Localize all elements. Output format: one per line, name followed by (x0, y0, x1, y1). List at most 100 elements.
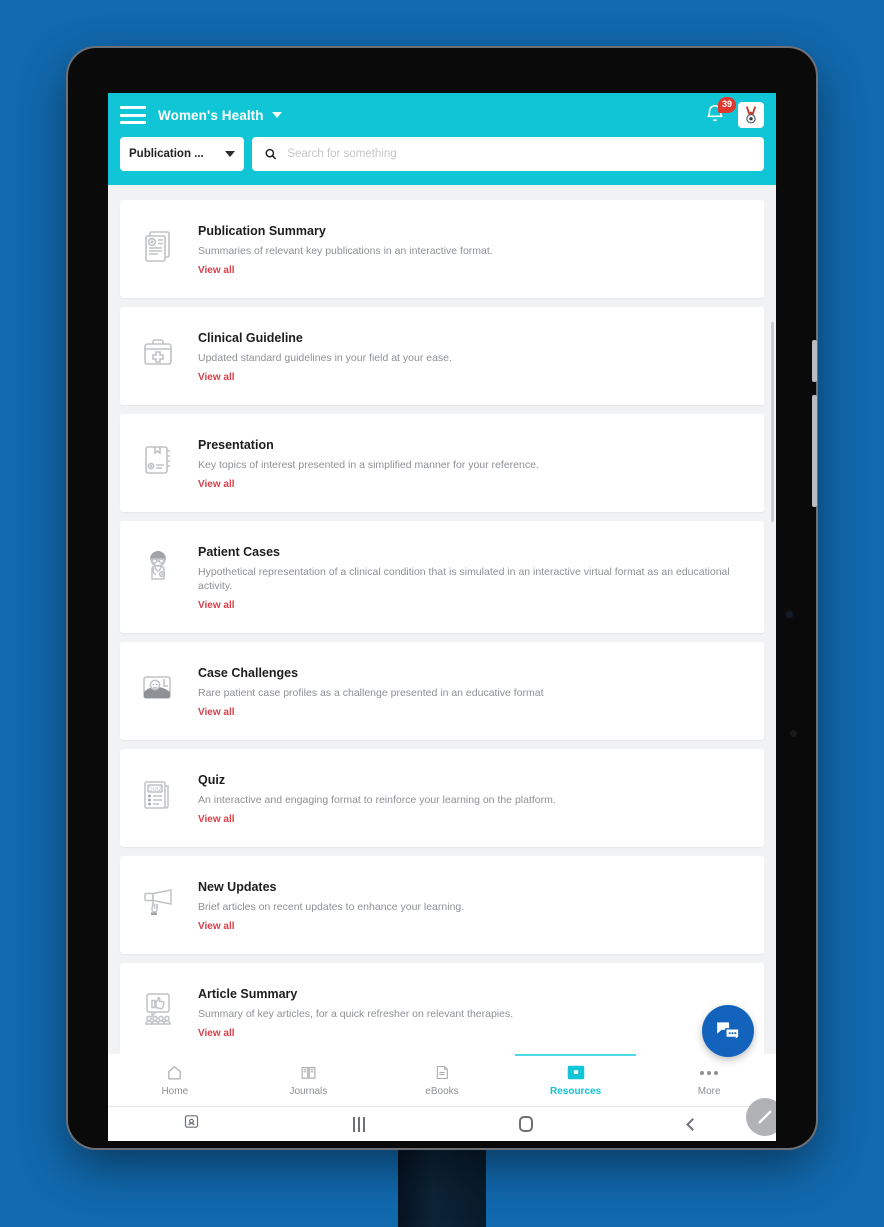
edit-fab-button[interactable] (746, 1098, 776, 1136)
tab-more[interactable]: More (642, 1054, 776, 1106)
pencil-edit-icon (758, 1110, 772, 1124)
hamburger-menu-icon[interactable] (120, 106, 146, 124)
list-item[interactable]: Presentation Key topics of interest pres… (120, 414, 764, 513)
power-button[interactable] (812, 340, 817, 382)
home-square-icon (518, 1116, 533, 1132)
tab-ebooks[interactable]: eBooks (375, 1054, 509, 1106)
view-all-link[interactable]: View all (198, 921, 748, 932)
medical-bag-icon (134, 329, 182, 377)
notification-badge: 39 (717, 97, 736, 113)
list-item-body: Case Challenges Rare patient case profil… (198, 664, 748, 718)
view-all-link[interactable]: View all (198, 600, 748, 611)
megaphone-icon (134, 878, 182, 926)
list-item[interactable]: New Updates Brief articles on recent upd… (120, 855, 764, 954)
tab-resources[interactable]: Resources (509, 1054, 643, 1106)
side-mic-dot (790, 730, 797, 737)
publication-category-select[interactable]: Publication ... (120, 137, 244, 171)
list-item[interactable]: Article Summary Summary of key articles,… (120, 963, 764, 1062)
list-item-body: Clinical Guideline Updated standard guid… (198, 329, 748, 383)
list-item-description: Rare patient case profiles as a challeng… (198, 686, 544, 699)
list-item-body: New Updates Brief articles on recent upd… (198, 878, 748, 932)
list-item[interactable]: Publication Summary Summaries of relevan… (120, 200, 764, 299)
view-all-link[interactable]: View all (198, 707, 748, 718)
presentation-board-icon (134, 436, 182, 484)
list-item-body: Publication Summary Summaries of relevan… (198, 222, 748, 276)
list-item-body: Patient Cases Hypothetical representatio… (198, 543, 748, 610)
list-item[interactable]: Patient Cases Hypothetical representatio… (120, 521, 764, 633)
patient-bed-photo-icon (134, 664, 182, 712)
medal-award-icon (745, 106, 757, 124)
list-item-title: Presentation (198, 438, 274, 453)
bottom-tab-bar: Home Journals eBooks Resources More (108, 1054, 776, 1106)
list-item-title: Publication Summary (198, 224, 326, 238)
menu-button[interactable] (275, 1116, 442, 1132)
tab-home[interactable]: Home (108, 1054, 242, 1106)
list-item-body: Quiz An interactive and engaging format … (198, 771, 748, 825)
list-item-description: An interactive and engaging format to re… (198, 793, 556, 806)
list-item[interactable]: Clinical Guideline Updated standard guid… (120, 307, 764, 406)
recent-apps-button[interactable] (108, 1113, 275, 1135)
list-item-description: Summaries of relevant key publications i… (198, 245, 493, 257)
chevron-down-icon (225, 151, 235, 157)
view-all-link[interactable]: View all (198, 479, 748, 490)
search-row: Publication ... (108, 137, 776, 185)
doctor-icon (134, 543, 182, 591)
list-item-description: Key topics of interest presented in a si… (198, 459, 539, 472)
list-item-title: Patient Cases (198, 545, 280, 560)
list-item-title: New Updates (198, 879, 277, 894)
search-icon (265, 148, 277, 160)
tab-label: eBooks (425, 1085, 459, 1097)
more-dots-icon (700, 1064, 719, 1082)
quiz-paper-icon: QUIZ (134, 771, 182, 819)
content-scrollbar[interactable] (771, 322, 774, 522)
tab-label: More (697, 1085, 721, 1097)
search-input[interactable] (287, 148, 752, 160)
list-item-body: Article Summary Summary of key articles,… (198, 985, 748, 1039)
list-item-title: Clinical Guideline (198, 331, 303, 346)
recent-apps-icon (183, 1113, 200, 1135)
home-icon (166, 1064, 183, 1082)
back-chevron-icon (686, 1117, 699, 1131)
volume-button[interactable] (812, 395, 817, 507)
thumbs-up-audience-icon (134, 985, 182, 1033)
list-item[interactable]: QUIZ Quiz An interactive and engaging fo… (120, 748, 764, 847)
chat-fab-button[interactable] (702, 1005, 754, 1057)
view-all-link[interactable]: View all (198, 814, 748, 825)
android-navigation-bar (108, 1106, 776, 1141)
page-title: Women's Health (158, 107, 264, 123)
list-item-title: Article Summary (198, 987, 298, 1001)
view-all-link[interactable]: View all (198, 265, 748, 276)
tablet-stand (398, 1135, 486, 1227)
side-port-dot (786, 611, 793, 618)
notifications-button[interactable]: 39 (704, 97, 736, 127)
publication-category-label: Publication ... (129, 148, 204, 160)
tablet-screen: Women's Health 39 Publication ... Search… (108, 93, 776, 1141)
list-item-description: Brief articles on recent updates to enha… (198, 900, 465, 913)
chat-bubbles-icon (717, 1022, 740, 1042)
header-actions: 39 (704, 97, 764, 128)
header-top-row: Women's Health 39 (108, 93, 776, 137)
resources-icon (567, 1064, 585, 1082)
view-all-link[interactable]: View all (198, 1028, 748, 1039)
chevron-down-icon[interactable] (271, 112, 282, 118)
tab-label: Home (161, 1085, 189, 1097)
home-button[interactable] (442, 1116, 609, 1132)
list-item-body: Presentation Key topics of interest pres… (198, 436, 748, 490)
list-item-title: Case Challenges (198, 665, 299, 680)
tab-label: Journals (289, 1085, 328, 1097)
tab-label: Resources (550, 1085, 602, 1097)
menu-lines-icon (352, 1116, 365, 1132)
tab-journals[interactable]: Journals (242, 1054, 376, 1106)
svg-text:QUIZ: QUIZ (148, 787, 163, 793)
ebooks-icon (434, 1064, 450, 1082)
list-item-description: Updated standard guidelines in your fiel… (198, 352, 452, 365)
resource-list[interactable]: Publication Summary Summaries of relevan… (108, 192, 776, 1074)
search-box[interactable] (252, 137, 764, 171)
list-item[interactable]: Case Challenges Rare patient case profil… (120, 641, 764, 740)
journals-icon (299, 1064, 318, 1082)
list-item-description: Hypothetical representation of a clinica… (198, 566, 730, 592)
avatar[interactable] (738, 102, 764, 128)
app-header: Women's Health 39 Publication ... Search… (108, 93, 776, 185)
view-all-link[interactable]: View all (198, 372, 748, 383)
publication-document-icon (134, 222, 182, 270)
